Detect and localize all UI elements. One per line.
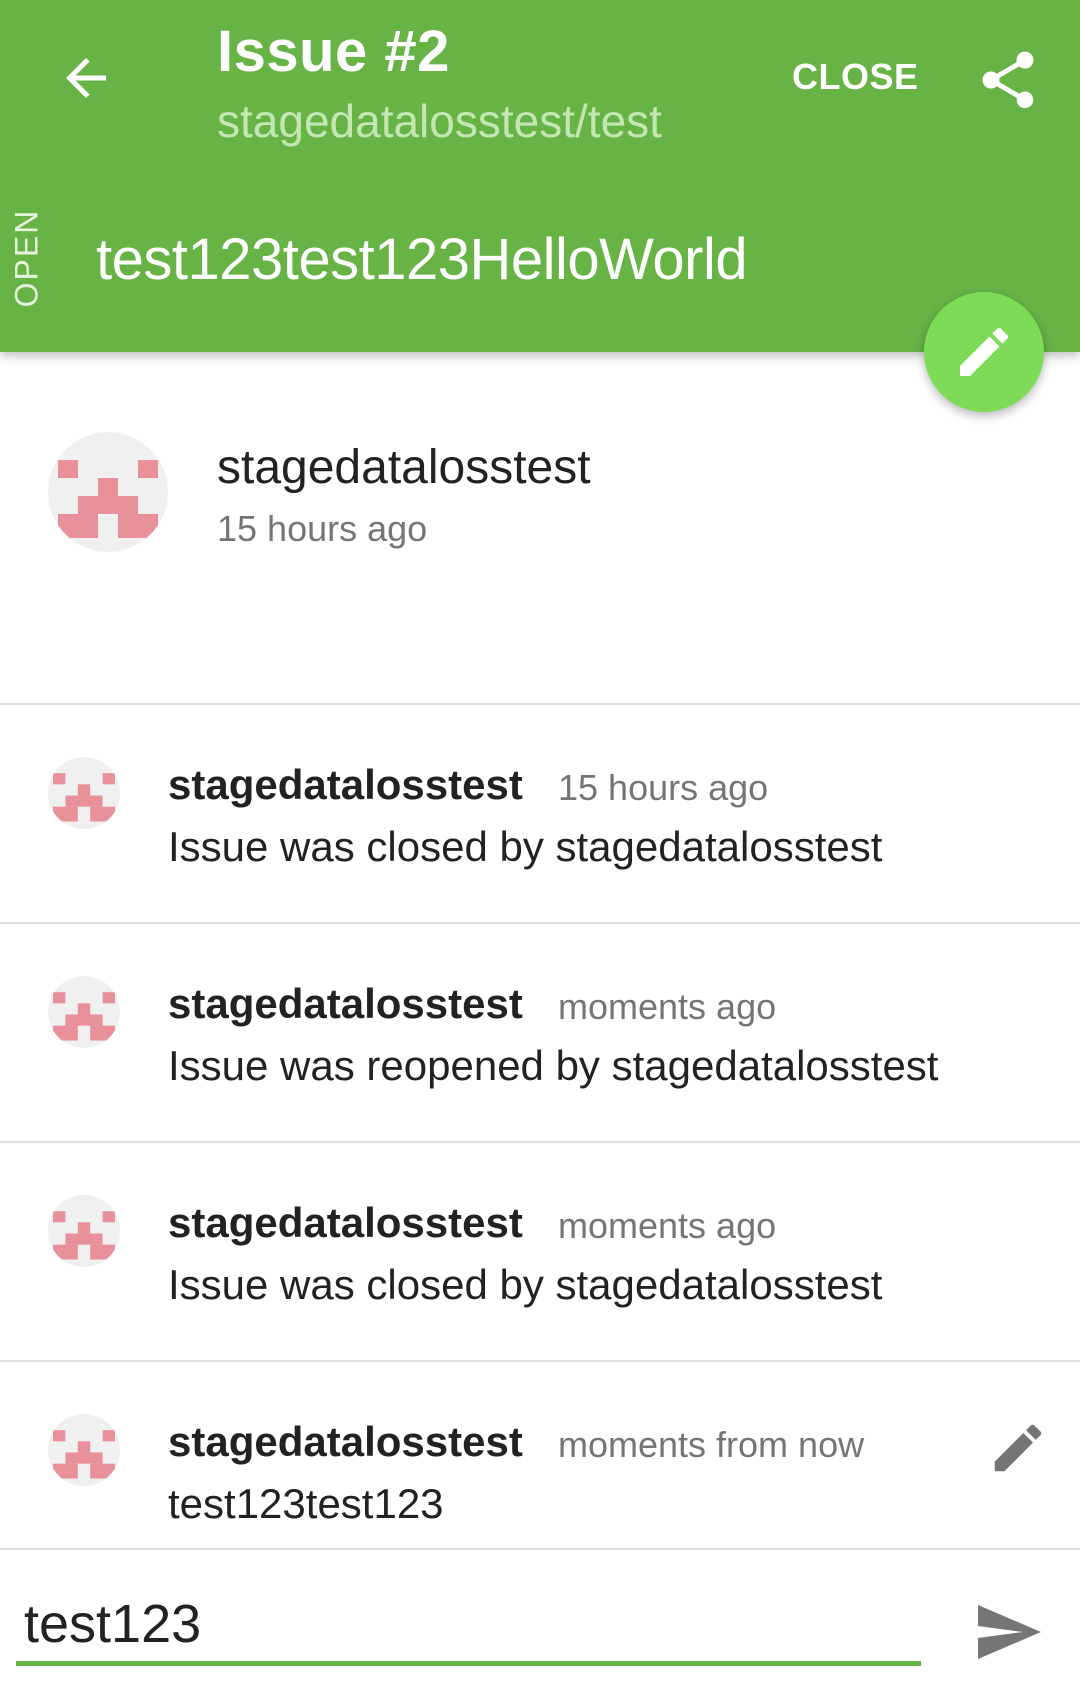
share-button[interactable]: [968, 40, 1048, 120]
issue-author-name[interactable]: stagedatalosstest: [217, 440, 591, 495]
edit-comment-button[interactable]: [982, 1412, 1054, 1484]
event-username[interactable]: stagedatalosstest: [168, 1418, 523, 1466]
identicon-icon: [58, 460, 158, 538]
avatar[interactable]: [48, 757, 120, 829]
event-text: Issue was reopened by stagedatalosstest: [168, 1042, 939, 1089]
event-text: Issue was closed by stagedatalosstest: [168, 823, 883, 870]
event-text: Issue was closed by stagedatalosstest: [168, 1261, 883, 1308]
identicon-icon: [53, 992, 115, 1041]
timeline-event: stagedatalosstest 15 hours ago Issue was…: [0, 705, 1080, 923]
issue-title: test123test123HelloWorld: [96, 227, 748, 292]
identicon-icon: [53, 1211, 115, 1260]
event-time: 15 hours ago: [558, 767, 769, 808]
send-button[interactable]: [966, 1594, 1050, 1670]
identicon-icon: [53, 773, 115, 822]
pencil-icon: [994, 1424, 1042, 1472]
avatar[interactable]: [48, 1414, 120, 1486]
event-time: moments from now: [558, 1424, 865, 1465]
issue-created-time: 15 hours ago: [217, 508, 428, 549]
issue-author-header: stagedatalosstest 15 hours ago: [0, 352, 1080, 704]
avatar[interactable]: [48, 976, 120, 1048]
close-issue-button[interactable]: CLOSE: [792, 56, 919, 106]
comment-text: test123test123: [168, 1480, 444, 1527]
issue-state-label: OPEN: [8, 208, 45, 308]
timeline-event: stagedatalosstest moments ago Issue was …: [0, 1143, 1080, 1361]
event-time: moments ago: [558, 1205, 777, 1246]
event-username[interactable]: stagedatalosstest: [168, 980, 523, 1028]
avatar[interactable]: [48, 1195, 120, 1267]
back-button[interactable]: [44, 36, 128, 120]
pencil-icon: [960, 327, 1009, 376]
comment-input[interactable]: [16, 1586, 921, 1666]
send-icon: [978, 1605, 1041, 1659]
event-username[interactable]: stagedatalosstest: [168, 761, 523, 809]
timeline-event: stagedatalosstest moments ago Issue was …: [0, 924, 1080, 1142]
event-time: moments ago: [558, 986, 777, 1027]
comment-composer: [0, 1548, 1080, 1701]
avatar[interactable]: [48, 432, 168, 552]
arrow-left-icon: [66, 58, 106, 98]
event-username[interactable]: stagedatalosstest: [168, 1199, 523, 1247]
app-bar: Issue #2 stagedatalosstest/test CLOSE OP…: [0, 0, 1080, 352]
identicon-icon: [53, 1430, 115, 1479]
edit-issue-button[interactable]: [924, 292, 1044, 412]
share-icon: [982, 51, 1034, 109]
repository-subtitle: stagedatalosstest/test: [217, 95, 662, 147]
page-title: Issue #2: [217, 19, 450, 84]
